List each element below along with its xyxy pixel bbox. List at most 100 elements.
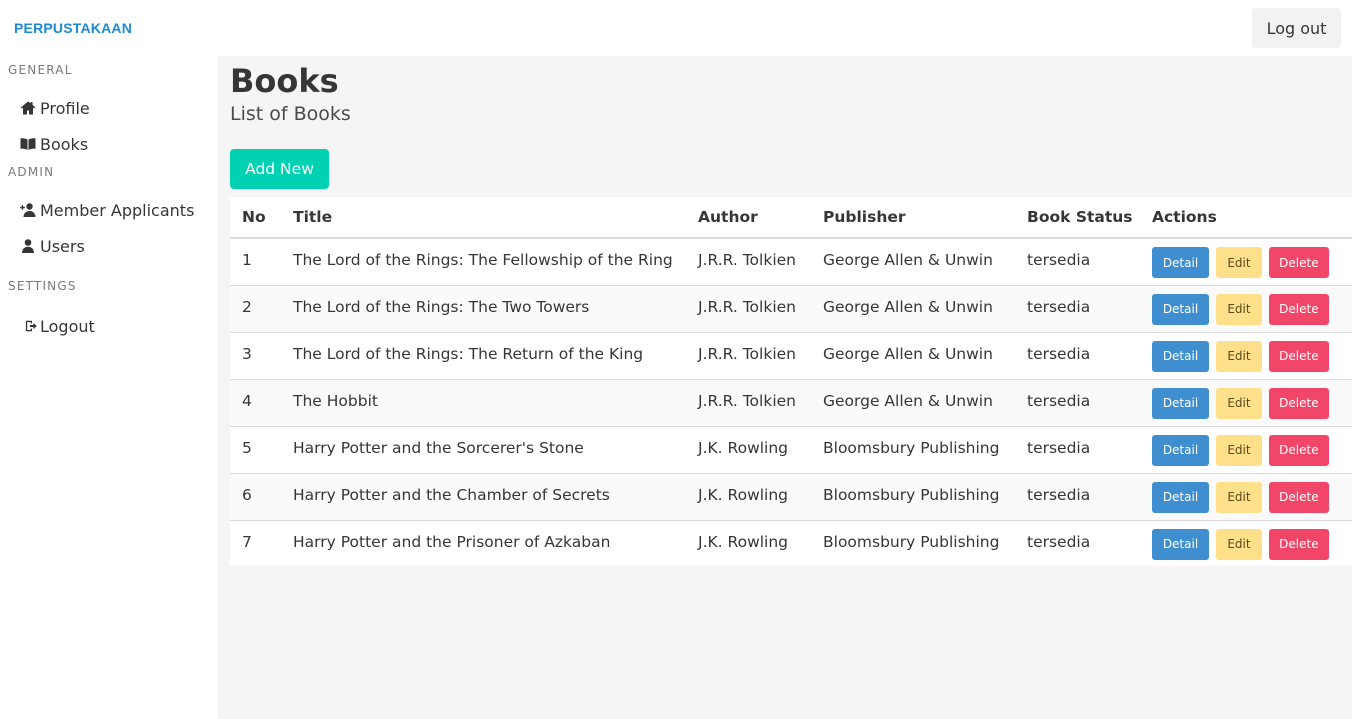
- user-icon: [22, 239, 34, 253]
- cell-author: J.R.R. Tolkien: [686, 285, 811, 333]
- delete-button[interactable]: Delete: [1268, 387, 1329, 419]
- cell-status: tersedia: [1015, 285, 1140, 333]
- cell-no: 4: [230, 379, 281, 427]
- table-row: 2 The Lord of the Rings: The Two Towers …: [230, 285, 1352, 333]
- cell-title: Harry Potter and the Sorcerer's Stone: [281, 426, 686, 474]
- menu-label-settings: SETTINGS: [8, 279, 77, 293]
- cell-no: 3: [230, 332, 281, 380]
- cell-publisher: Bloomsbury Publishing: [823, 532, 1000, 551]
- cell-status: tersedia: [1015, 426, 1140, 474]
- book-open-icon: [20, 138, 36, 150]
- cell-title: Harry Potter and the Prisoner of Azkaban: [293, 532, 611, 551]
- user-plus-icon: [20, 203, 36, 217]
- sidebar-item-books[interactable]: Books: [20, 133, 88, 155]
- edit-button[interactable]: Edit: [1215, 481, 1262, 513]
- detail-button[interactable]: Detail: [1152, 481, 1209, 513]
- delete-button[interactable]: Delete: [1268, 434, 1329, 466]
- delete-button[interactable]: Delete: [1268, 247, 1329, 278]
- table-row: 7 Harry Potter and the Prisoner of Azkab…: [230, 520, 1352, 566]
- edit-button[interactable]: Edit: [1215, 247, 1262, 278]
- cell-author: J.R.R. Tolkien: [686, 379, 811, 427]
- table-row: 3 The Lord of the Rings: The Return of t…: [230, 332, 1352, 380]
- cell-status: tersedia: [1015, 379, 1140, 427]
- cell-status: tersedia: [1015, 473, 1140, 521]
- column-header-author: Author: [686, 197, 811, 239]
- cell-no: 6: [230, 473, 281, 521]
- edit-button[interactable]: Edit: [1215, 387, 1262, 419]
- add-new-button[interactable]: Add New: [230, 149, 329, 189]
- cell-status: tersedia: [1015, 332, 1140, 380]
- edit-button[interactable]: Edit: [1215, 528, 1262, 560]
- sign-out-icon: [25, 320, 37, 332]
- detail-button[interactable]: Detail: [1152, 247, 1209, 278]
- cell-status: tersedia: [1027, 532, 1091, 551]
- column-header-publisher: Publisher: [811, 197, 1015, 239]
- cell-author: J.R.R. Tolkien: [686, 238, 811, 286]
- cell-publisher: George Allen & Unwin: [811, 332, 1015, 380]
- cell-author: J.R.R. Tolkien: [686, 332, 811, 380]
- menu-label-admin: ADMIN: [8, 165, 55, 179]
- cell-publisher: George Allen & Unwin: [811, 238, 1015, 286]
- delete-button[interactable]: Delete: [1268, 528, 1329, 560]
- detail-button[interactable]: Detail: [1152, 434, 1209, 466]
- cell-author: J.K. Rowling: [686, 426, 811, 474]
- detail-button[interactable]: Detail: [1152, 293, 1209, 325]
- books-table: No Title Author Publisher Book Status Ac…: [230, 197, 1352, 566]
- detail-button[interactable]: Detail: [1152, 340, 1209, 372]
- cell-actions: Detail Edit Delete: [1140, 473, 1352, 521]
- detail-button[interactable]: Detail: [1152, 387, 1209, 419]
- sidebar-item-label: Users: [40, 236, 85, 256]
- cell-title: Harry Potter and the Chamber of Secrets: [281, 473, 686, 521]
- sidebar-item-profile[interactable]: Profile: [20, 97, 90, 119]
- cell-publisher: Bloomsbury Publishing: [811, 426, 1015, 474]
- cell-actions: Detail Edit Delete: [1140, 332, 1352, 380]
- cell-title: The Lord of the Rings: The Two Towers: [281, 285, 686, 333]
- delete-button[interactable]: Delete: [1268, 481, 1329, 513]
- sidebar-item-users[interactable]: Users: [20, 235, 85, 257]
- detail-button[interactable]: Detail: [1152, 528, 1209, 560]
- cell-author: J.K. Rowling: [686, 473, 811, 521]
- logout-button[interactable]: Log out: [1252, 8, 1341, 48]
- cell-actions: Detail Edit Delete: [1140, 285, 1352, 333]
- column-header-no: No: [230, 197, 281, 239]
- table-row: 4 The Hobbit J.R.R. Tolkien George Allen…: [230, 379, 1352, 427]
- sidebar: GENERAL Profile Books ADMIN Member Appli…: [0, 56, 218, 719]
- main-content: Books List of Books Add New No Title Aut…: [218, 56, 1352, 719]
- page-subtitle: List of Books: [230, 103, 351, 125]
- cell-actions: Detail Edit Delete: [1140, 379, 1352, 427]
- cell-publisher: George Allen & Unwin: [811, 285, 1015, 333]
- table-header-row: No Title Author Publisher Book Status Ac…: [230, 197, 1352, 239]
- cell-actions: Detail Edit Delete: [1140, 426, 1352, 474]
- cell-status: tersedia: [1015, 238, 1140, 286]
- cell-author: J.K. Rowling: [698, 532, 789, 551]
- column-header-title: Title: [281, 197, 686, 239]
- brand-logo[interactable]: PERPUSTAKAAN: [14, 20, 132, 36]
- delete-button[interactable]: Delete: [1268, 340, 1329, 372]
- sidebar-item-label: Logout: [40, 316, 95, 336]
- column-header-status: Book Status: [1015, 197, 1140, 239]
- cell-publisher: George Allen & Unwin: [811, 379, 1015, 427]
- delete-button[interactable]: Delete: [1268, 293, 1329, 325]
- edit-button[interactable]: Edit: [1215, 293, 1262, 325]
- table-row: 6 Harry Potter and the Chamber of Secret…: [230, 473, 1352, 521]
- cell-actions: Detail Edit Delete: [1140, 238, 1352, 286]
- sidebar-item-label: Books: [40, 134, 89, 154]
- page-title: Books: [230, 62, 339, 100]
- cell-no: 2: [230, 285, 281, 333]
- sidebar-item-label: Member Applicants: [40, 200, 195, 220]
- cell-no: 7: [242, 532, 252, 551]
- sidebar-item-logout[interactable]: Logout: [25, 315, 95, 337]
- cell-no: 1: [230, 238, 281, 286]
- sidebar-item-member-applicants[interactable]: Member Applicants: [20, 199, 194, 221]
- column-header-actions: Actions: [1140, 197, 1352, 239]
- cell-no: 5: [230, 426, 281, 474]
- table-row: 5 Harry Potter and the Sorcerer's Stone …: [230, 426, 1352, 474]
- edit-button[interactable]: Edit: [1215, 340, 1262, 372]
- cell-title: The Lord of the Rings: The Fellowship of…: [281, 238, 686, 286]
- cell-publisher: Bloomsbury Publishing: [811, 473, 1015, 521]
- menu-label-general: GENERAL: [8, 63, 73, 77]
- cell-actions: Detail Edit Delete: [1140, 520, 1352, 566]
- sidebar-item-label: Profile: [40, 98, 90, 118]
- table-row: 1 The Lord of the Rings: The Fellowship …: [230, 238, 1352, 286]
- edit-button[interactable]: Edit: [1215, 434, 1262, 466]
